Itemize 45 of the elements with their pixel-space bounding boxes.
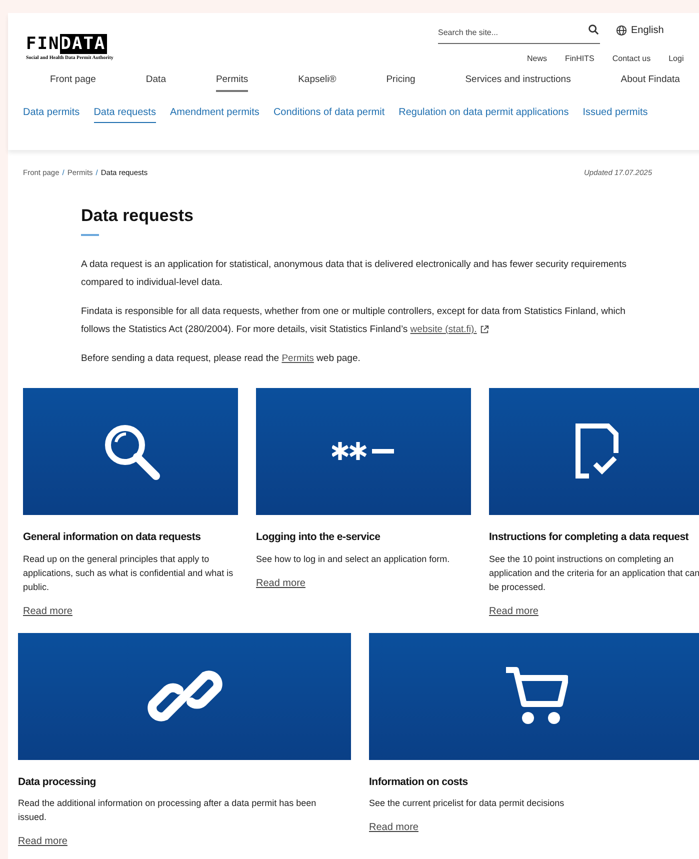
utility-link[interactable]: Contact us <box>612 53 651 65</box>
inline-link[interactable]: Permits <box>282 352 314 364</box>
utility-link[interactable]: News <box>527 53 548 65</box>
card-description: Read up on the general principles that apply to applications, such as what is confidential and what is public. <box>23 552 234 594</box>
card-description: See the 10 point instructions on completing an application and the criteria for an application that can be processed. <box>489 552 699 594</box>
card-description: See the current pricelist for data permit decisions <box>369 797 566 810</box>
read-more-link[interactable]: Read more <box>489 604 538 618</box>
search-field[interactable]: Search the site... <box>438 22 600 44</box>
card-title: Data processing <box>18 774 97 790</box>
read-more-link[interactable]: Read more <box>23 604 72 618</box>
read-more-link[interactable]: Read more <box>369 820 418 836</box>
main-nav-item[interactable]: Kapseli® <box>298 73 336 92</box>
body-paragraph: A data request is an application for statistical, anonymous data that is delivered electronically and has fewer security requirements compared to individual-level data. <box>81 258 628 290</box>
utility-link[interactable]: FinHITS <box>565 53 594 65</box>
body-paragraph: Findata is responsible for all data requests, whether from one or multiple controllers, except for data from Statistics Finland, which follows the Statistics Act (280/2004). For more details, visit Statistics Finland’s website (stat.fi). <box>81 302 648 339</box>
sub-nav-item[interactable]: Data requests <box>94 105 156 124</box>
sub-nav-item[interactable]: Regulation on data permit applications <box>398 105 569 124</box>
password-icon <box>332 441 396 462</box>
globe-icon <box>616 24 627 36</box>
sub-nav-item[interactable]: Conditions of data permit <box>273 105 385 124</box>
utility-link[interactable]: Logi <box>668 53 684 65</box>
main-nav-item[interactable]: About Findata <box>620 73 680 92</box>
main-nav-item[interactable]: Services and instructions <box>465 73 571 92</box>
page-title: Data requests <box>81 205 194 228</box>
body-paragraph: Before sending a data request, please read the Permits web page. <box>81 352 362 366</box>
card-title: Instructions for completing a data request <box>489 530 690 545</box>
main-nav-item[interactable]: Permits <box>216 73 248 92</box>
document-check-icon <box>574 423 618 480</box>
card-title: Information on costs <box>369 774 469 790</box>
sub-nav-item[interactable]: Data permits <box>23 105 80 124</box>
card-description: See how to log in and select an application form. <box>256 552 451 566</box>
main-nav-item[interactable]: Data <box>146 73 166 92</box>
card-description: Read the additional information on processing after a data permit has been issued. <box>18 797 318 824</box>
sub-nav-item[interactable]: Issued permits <box>582 105 648 124</box>
read-more-link[interactable]: Read more <box>18 834 68 850</box>
external-link[interactable]: website (stat.fi). <box>410 320 489 339</box>
read-more-link[interactable]: Read more <box>256 576 306 590</box>
search-icon <box>588 24 599 35</box>
main-nav-item[interactable]: Front page <box>50 73 96 92</box>
sub-nav-item[interactable]: Amendment permits <box>170 105 260 124</box>
language-selector[interactable]: English <box>631 22 664 38</box>
main-nav-item[interactable]: Pricing <box>386 73 416 92</box>
card-title: Logging into the e-service <box>256 530 382 545</box>
external-link-icon <box>480 325 489 334</box>
card-title: General information on data requests <box>23 530 202 545</box>
